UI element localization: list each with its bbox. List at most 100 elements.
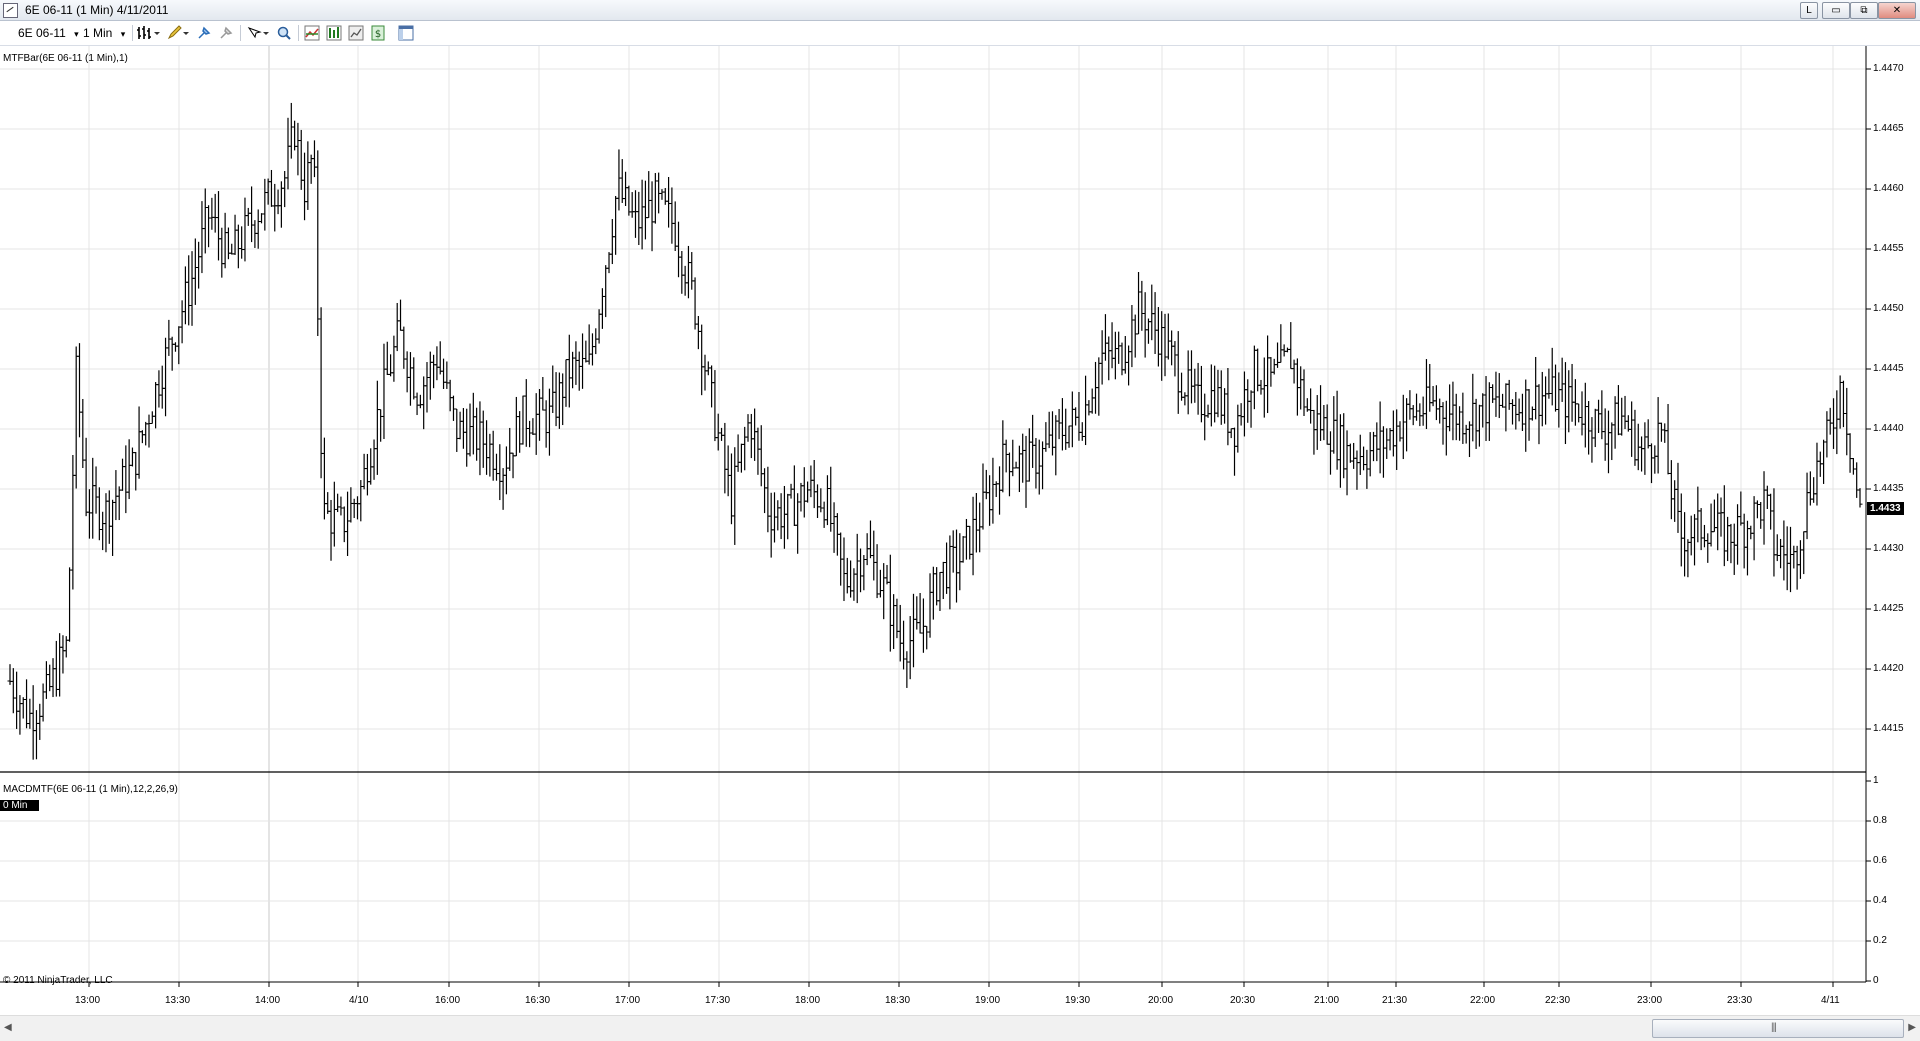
ohlc-bar xyxy=(1837,375,1843,429)
scroll-left-icon[interactable]: ◀ xyxy=(4,1022,12,1033)
ohlc-bar xyxy=(1003,439,1009,473)
instrument-selector[interactable]: 6E 06-11 ▾ xyxy=(18,24,79,42)
ohlc-bar xyxy=(275,189,281,215)
ohlc-bar xyxy=(1129,305,1135,368)
ohlc-bar xyxy=(1258,379,1264,395)
ohlc-bar xyxy=(930,566,936,620)
ohlc-bar xyxy=(133,451,139,491)
ohlc-bar xyxy=(609,219,615,265)
ohlc-bar xyxy=(1086,400,1092,416)
time-tick-label: 13:30 xyxy=(165,995,191,1006)
ohlc-bar xyxy=(910,593,916,668)
ohlc-bar xyxy=(1169,330,1175,366)
ohlc-bar xyxy=(507,427,513,471)
ohlc-bar xyxy=(1116,331,1122,364)
ohlc-bar xyxy=(311,140,317,178)
ohlc-bar xyxy=(1394,409,1400,470)
ohlc-bar xyxy=(662,188,668,205)
chart-area[interactable]: MTFBar(6E 06-11 (1 Min),1) MACDMTF(6E 06… xyxy=(0,46,1920,1040)
link-button[interactable]: L xyxy=(1800,2,1818,19)
chart-properties-icon[interactable] xyxy=(348,25,364,41)
crosshair-cursor-icon[interactable] xyxy=(246,25,270,41)
ohlc-bar xyxy=(1275,342,1281,368)
price-tick-label: 1.4460 xyxy=(1873,183,1904,194)
ohlc-bar xyxy=(255,209,261,249)
ohlc-bar xyxy=(354,496,360,520)
pin-disabled-icon[interactable] xyxy=(218,25,234,41)
ohlc-bar xyxy=(927,573,933,638)
ohlc-bar xyxy=(1020,433,1026,483)
ohlc-bar xyxy=(1539,371,1545,427)
ohlc-bar xyxy=(1536,384,1542,445)
ohlc-bar xyxy=(1801,531,1807,575)
close-button[interactable]: ✕ xyxy=(1878,2,1916,19)
indicator-tick-label: 1 xyxy=(1873,775,1879,786)
ohlc-bar xyxy=(219,227,225,278)
panel-icon[interactable] xyxy=(398,25,414,41)
ohlc-bar xyxy=(765,466,771,533)
bar-style-icon[interactable] xyxy=(137,25,161,41)
ohlc-bar xyxy=(722,422,728,494)
pin-icon[interactable] xyxy=(196,25,212,41)
ohlc-bar xyxy=(553,372,559,427)
ohlc-bar xyxy=(1010,439,1016,477)
ohlc-bar xyxy=(96,487,102,541)
ohlc-bar xyxy=(1367,432,1373,477)
ohlc-bar xyxy=(589,333,595,366)
ohlc-bar xyxy=(1645,419,1651,449)
chart-canvas[interactable] xyxy=(0,46,1920,1015)
data-box-icon[interactable]: $ xyxy=(370,25,386,41)
ohlc-bar xyxy=(1195,362,1201,415)
ohlc-bar xyxy=(14,671,20,729)
ohlc-bar xyxy=(1314,395,1320,450)
ohlc-bar xyxy=(490,430,496,481)
ohlc-bar xyxy=(682,265,688,296)
ohlc-bar xyxy=(944,542,950,594)
instrument-label: 6E 06-11 xyxy=(18,26,66,40)
ohlc-bar xyxy=(1476,404,1482,447)
strategies-icon[interactable] xyxy=(326,25,342,41)
ohlc-bar xyxy=(1470,373,1476,442)
ohlc-bar xyxy=(212,193,218,233)
ohlc-bar xyxy=(116,486,122,521)
ohlc-bar xyxy=(1711,499,1717,533)
interval-selector[interactable]: 1 Min ▾ xyxy=(83,24,125,42)
ohlc-bar xyxy=(43,661,49,699)
scroll-thumb[interactable]: ||| xyxy=(1652,1019,1904,1038)
ohlc-bar xyxy=(1655,397,1661,474)
ohlc-bar xyxy=(176,326,182,365)
ohlc-bar xyxy=(182,266,188,325)
ohlc-bar xyxy=(1433,385,1439,421)
ohlc-bar xyxy=(1347,443,1353,463)
ohlc-bar xyxy=(189,251,195,326)
ohlc-bar xyxy=(110,499,116,556)
ohlc-bar xyxy=(1308,388,1314,424)
pencil-drawing-icon[interactable] xyxy=(166,25,190,41)
ohlc-bar xyxy=(129,447,135,467)
indicator-tick-label: 0.4 xyxy=(1873,895,1887,906)
ohlc-bar xyxy=(517,411,523,453)
zoom-icon[interactable] xyxy=(276,25,292,41)
toolbar-divider xyxy=(298,25,299,41)
ohlc-bar xyxy=(1738,491,1744,526)
ohlc-bar xyxy=(781,485,787,549)
ohlc-bar xyxy=(345,491,351,557)
ohlc-bar xyxy=(149,411,155,424)
ohlc-bar xyxy=(1089,388,1095,414)
ohlc-bar xyxy=(639,179,645,250)
ohlc-bar xyxy=(1351,442,1357,469)
ohlc-bar xyxy=(351,498,357,519)
scroll-right-icon[interactable]: ▶ xyxy=(1908,1022,1916,1033)
ohlc-bar xyxy=(742,426,748,471)
ohlc-bar xyxy=(371,439,377,480)
indicators-icon[interactable] xyxy=(304,25,320,41)
ohlc-bar xyxy=(881,563,887,620)
restore-button[interactable]: ⧉ xyxy=(1850,2,1878,19)
ohlc-bar xyxy=(1102,314,1108,361)
horizontal-scrollbar[interactable]: ◀ ||| ▶ xyxy=(0,1015,1920,1041)
price-tick-label: 1.4450 xyxy=(1873,303,1904,314)
minimize-button[interactable]: ▭ xyxy=(1822,2,1850,19)
ohlc-bar xyxy=(1850,458,1856,475)
ohlc-bar xyxy=(259,213,265,224)
ohlc-bar xyxy=(901,620,907,670)
